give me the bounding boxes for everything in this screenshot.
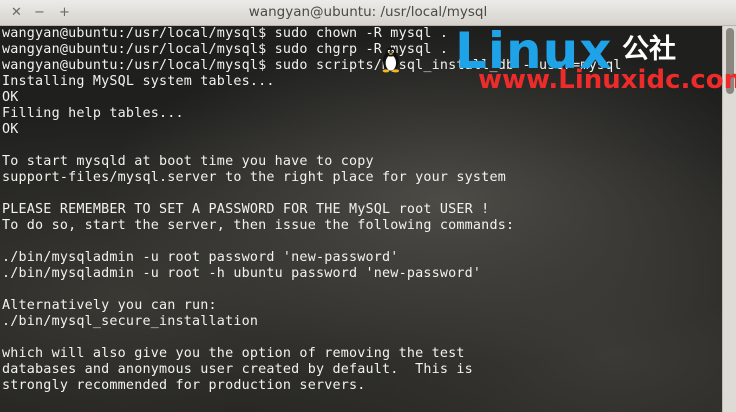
terminal-line: databases and anonymous user created by …	[2, 362, 473, 377]
terminal-line: strongly recommended for production serv…	[2, 378, 366, 393]
title-bar[interactable]: ✕ − + wangyan@ubuntu: /usr/local/mysql	[0, 0, 736, 26]
terminal-line: wangyan@ubuntu:/usr/local/mysql$ sudo ch…	[2, 42, 449, 57]
terminal-line: PLEASE REMEMBER TO SET A PASSWORD FOR TH…	[2, 202, 490, 217]
terminal-line: Filling help tables...	[2, 106, 184, 121]
terminal-line: ./bin/mysqladmin -u root -h ubuntu passw…	[2, 266, 482, 281]
watermark-logo-suffix: 公社	[622, 34, 676, 65]
terminal-line: OK	[2, 122, 19, 137]
terminal-line: Alternatively you can run:	[2, 298, 217, 313]
terminal-line: ./bin/mysql_secure_installation	[2, 314, 259, 329]
window-title: wangyan@ubuntu: /usr/local/mysql	[248, 4, 488, 20]
terminal-line: ./bin/mysqladmin -u root password 'new-p…	[2, 250, 399, 265]
terminal-window: ✕ − + wangyan@ubuntu: /usr/local/mysql w…	[0, 0, 736, 412]
terminal-line: which will also give you the option of r…	[2, 346, 465, 361]
terminal-line: wangyan@ubuntu:/usr/local/mysql$ sudo ch…	[2, 26, 449, 41]
terminal-line: support-files/mysql.server to the right …	[2, 170, 506, 185]
terminal-line: To do so, start the server, then issue t…	[2, 218, 515, 233]
watermark-url: www.Linuxidc.com	[478, 65, 736, 95]
terminal-line: To start mysqld at boot time you have to…	[2, 154, 374, 169]
